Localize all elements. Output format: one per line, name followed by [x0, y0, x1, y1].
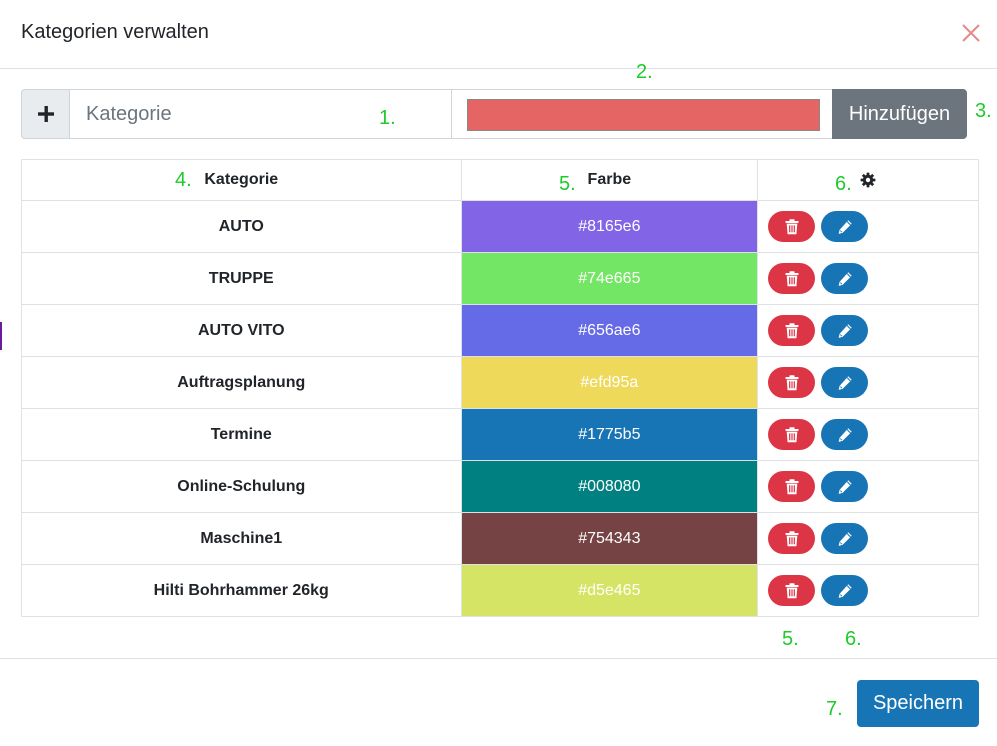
color-picker[interactable] [451, 89, 833, 139]
category-name: Auftragsplanung [21, 356, 462, 409]
trash-icon [785, 426, 799, 442]
gear-icon [860, 172, 876, 188]
row-actions [757, 564, 979, 617]
annotation-marker: 1. [379, 107, 396, 129]
category-color: #008080 [460, 460, 759, 513]
table-row: Maschine1 #754343 [21, 512, 979, 565]
modal-header: Kategorien verwalten [0, 0, 997, 69]
row-actions [757, 460, 979, 513]
edit-category-button[interactable] [821, 315, 869, 346]
row-actions [757, 408, 979, 461]
edit-category-button[interactable] [821, 575, 869, 606]
pencil-icon [838, 427, 852, 442]
modal-title: Kategorien verwalten [21, 21, 209, 43]
column-header-category: Kategorie [21, 159, 462, 201]
table-row: Termine #1775b5 [21, 408, 979, 461]
category-name: AUTO [21, 200, 462, 253]
annotation-marker: 6. [845, 628, 862, 650]
color-picker-swatch[interactable] [467, 99, 820, 131]
category-color: #efd95a [460, 356, 759, 409]
column-header-color: Farbe [460, 159, 759, 201]
close-icon [962, 24, 980, 42]
category-color: #1775b5 [460, 408, 759, 461]
trash-icon [785, 322, 799, 338]
pencil-icon [838, 323, 852, 338]
edit-category-button[interactable] [821, 263, 869, 294]
modal-footer: Speichern [0, 658, 997, 746]
delete-category-button[interactable] [768, 575, 816, 606]
delete-category-button[interactable] [768, 263, 816, 294]
edit-category-button[interactable] [821, 211, 869, 242]
pencil-icon [838, 531, 852, 546]
row-actions [757, 252, 979, 305]
annotation-marker: 2. [636, 61, 653, 83]
category-color: #74e665 [460, 252, 759, 305]
annotation-marker: 3. [975, 100, 992, 122]
category-color: #754343 [460, 512, 759, 565]
table-row: TRUPPE #74e665 [21, 252, 979, 305]
trash-icon [785, 218, 799, 234]
trash-icon [785, 270, 799, 286]
pencil-icon [838, 479, 852, 494]
pencil-icon [838, 271, 852, 286]
table-row: Hilti Bohrhammer 26kg #d5e465 [21, 564, 979, 617]
save-button[interactable]: Speichern [857, 680, 979, 727]
pencil-icon [838, 583, 852, 598]
category-name: Hilti Bohrhammer 26kg [21, 564, 462, 617]
delete-category-button[interactable] [768, 419, 816, 450]
edit-category-button[interactable] [821, 419, 869, 450]
edit-category-button[interactable] [821, 367, 869, 398]
row-actions [757, 200, 979, 253]
category-name: Maschine1 [21, 512, 462, 565]
table-row: Auftragsplanung #efd95a [21, 356, 979, 409]
pencil-icon [838, 219, 852, 234]
background-edge [0, 322, 2, 350]
trash-icon [785, 582, 799, 598]
delete-category-button[interactable] [768, 523, 816, 554]
table-header-row: Kategorie Farbe [21, 159, 979, 201]
pencil-icon [838, 375, 852, 390]
delete-category-button[interactable] [768, 211, 816, 242]
row-actions [757, 356, 979, 409]
annotation-marker: 5. [782, 628, 799, 650]
column-header-actions [757, 159, 979, 201]
category-name: Termine [21, 408, 462, 461]
table-row: AUTO VITO #656ae6 [21, 304, 979, 357]
plus-icon [37, 106, 54, 122]
delete-category-button[interactable] [768, 471, 816, 502]
plus-addon [21, 89, 70, 139]
edit-category-button[interactable] [821, 471, 869, 502]
delete-category-button[interactable] [768, 315, 816, 346]
add-category-button[interactable]: Hinzufügen [832, 89, 967, 139]
row-actions [757, 304, 979, 357]
table-row: Online-Schulung #008080 [21, 460, 979, 513]
trash-icon [785, 374, 799, 390]
edit-category-button[interactable] [821, 523, 869, 554]
row-actions [757, 512, 979, 565]
category-color: #d5e465 [460, 564, 759, 617]
category-color: #656ae6 [460, 304, 759, 357]
category-name: AUTO VITO [21, 304, 462, 357]
categories-table: Kategorie Farbe AUTO #8165e6 TRUPPE #74e… [21, 159, 979, 617]
table-row: AUTO #8165e6 [21, 200, 979, 253]
manage-categories-modal: Kategorien verwalten Hinzufügen 1. 2. 3.… [0, 0, 997, 746]
close-button[interactable] [958, 20, 984, 46]
category-name: TRUPPE [21, 252, 462, 305]
category-color: #8165e6 [460, 200, 759, 253]
trash-icon [785, 478, 799, 494]
category-name: Online-Schulung [21, 460, 462, 513]
delete-category-button[interactable] [768, 367, 816, 398]
trash-icon [785, 530, 799, 546]
